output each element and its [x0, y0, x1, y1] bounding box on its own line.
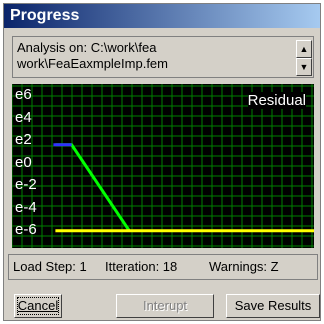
- residual-legend: Residual: [247, 92, 306, 109]
- warnings-status: Warnings: Z: [209, 259, 279, 274]
- y-tick-label: e6: [15, 86, 32, 103]
- analysis-line-1: Analysis on: C:\work\fea: [17, 40, 157, 55]
- status-bar: Load Step: 1 Itteration: 18 Warnings: Z: [8, 254, 318, 280]
- y-tick-label: e-6: [15, 221, 37, 238]
- save-results-button[interactable]: Save Results: [226, 294, 320, 318]
- iteration-status: Itteration: 18: [105, 259, 178, 274]
- save-results-label: Save Results: [234, 298, 312, 313]
- down-arrow-icon: ▼: [299, 62, 309, 72]
- y-tick-label: e-4: [15, 198, 37, 216]
- scroll-up-button[interactable]: ▲: [296, 40, 312, 58]
- interrupt-button[interactable]: Interupt: [116, 294, 214, 318]
- cancel-label: Cancel: [17, 298, 59, 313]
- window-title: Progress: [10, 7, 80, 24]
- scroll-down-button[interactable]: ▼: [296, 58, 312, 76]
- y-tick-label: e0: [15, 153, 32, 171]
- analysis-line-2: work\FeaEaxmpleImp.fem: [17, 56, 168, 71]
- up-arrow-icon: ▲: [299, 44, 309, 54]
- title-bar[interactable]: Progress: [4, 4, 320, 28]
- y-tick-label: e-2: [15, 176, 37, 193]
- y-tick-label: e4: [15, 108, 32, 126]
- y-tick-label: e2: [15, 131, 32, 148]
- analysis-path-text: Analysis on: C:\work\fea work\FeaEaxmple…: [17, 40, 168, 72]
- interrupt-label: Interupt: [142, 298, 188, 313]
- cancel-button[interactable]: Cancel: [14, 294, 62, 318]
- load-step-status: Load Step: 1: [13, 259, 87, 274]
- residual-plot: e6 e4 e2 e0 e-2 e-4 e-6 Residual: [12, 84, 314, 248]
- progress-window: Progress Analysis on: C:\work\fea work\F…: [3, 3, 321, 321]
- analysis-info-box: Analysis on: C:\work\fea work\FeaEaxmple…: [12, 36, 314, 78]
